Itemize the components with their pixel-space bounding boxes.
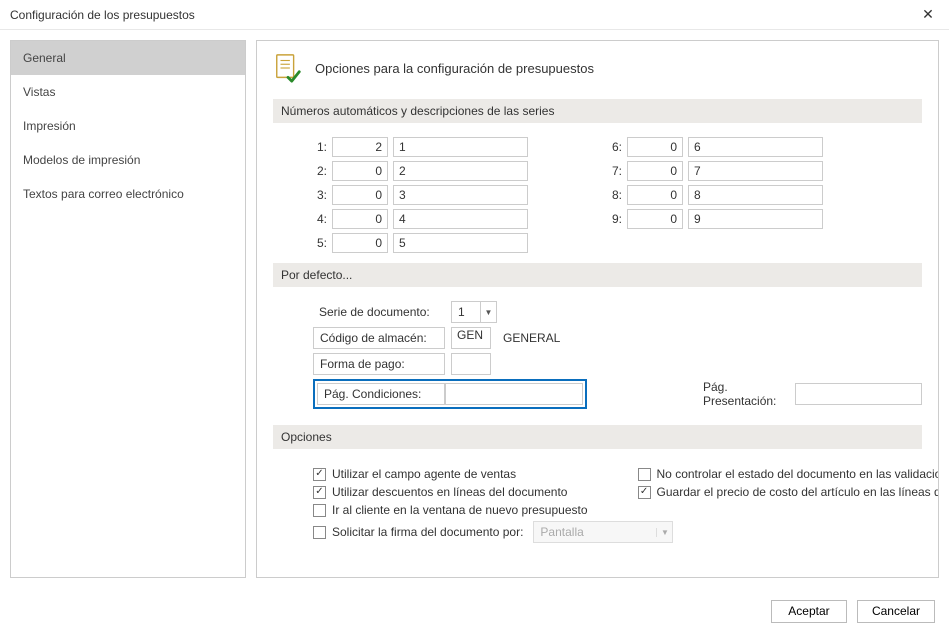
sidebar-item-textos-correo[interactable]: Textos para correo electrónico bbox=[11, 177, 245, 211]
series-label: 8: bbox=[608, 188, 622, 202]
opt-guardar-precio-costo[interactable]: Guardar el precio de costo del artículo … bbox=[638, 485, 939, 499]
ok-button[interactable]: Aceptar bbox=[771, 600, 847, 623]
checkbox-icon bbox=[638, 468, 651, 481]
forma-pago-input[interactable] bbox=[451, 353, 491, 375]
series-desc-input[interactable]: 5 bbox=[393, 233, 528, 253]
chevron-down-icon: ▼ bbox=[480, 302, 496, 322]
sidebar-item-modelos[interactable]: Modelos de impresión bbox=[11, 143, 245, 177]
series-num-input[interactable]: 0 bbox=[332, 185, 388, 205]
series-row: 2: 0 2 bbox=[313, 161, 528, 181]
series-num-input[interactable]: 2 bbox=[332, 137, 388, 157]
opt-label: Utilizar el campo agente de ventas bbox=[332, 467, 516, 481]
checkbox-icon bbox=[638, 486, 651, 499]
sidebar-item-label: Textos para correo electrónico bbox=[23, 187, 184, 201]
series-num-input[interactable]: 0 bbox=[332, 233, 388, 253]
series-desc-input[interactable]: 6 bbox=[688, 137, 823, 157]
series-num-input[interactable]: 0 bbox=[627, 185, 683, 205]
sidebar-item-impresion[interactable]: Impresión bbox=[11, 109, 245, 143]
chevron-down-icon: ▼ bbox=[656, 528, 672, 537]
checkbox-icon bbox=[313, 526, 326, 539]
series-num-input[interactable]: 0 bbox=[627, 161, 683, 181]
checkbox-icon bbox=[313, 486, 326, 499]
cancel-button[interactable]: Cancelar bbox=[857, 600, 935, 623]
pag-presentacion-input[interactable] bbox=[795, 383, 922, 405]
serie-doc-value: 1 bbox=[452, 305, 480, 319]
pag-condiciones-label-button[interactable]: Pág. Condiciones: bbox=[317, 383, 445, 405]
series-label: 4: bbox=[313, 212, 327, 226]
section-series-title: Números automáticos y descripciones de l… bbox=[273, 99, 922, 123]
serie-doc-label: Serie de documento: bbox=[313, 305, 445, 319]
series-desc-input[interactable]: 9 bbox=[688, 209, 823, 229]
sidebar-item-label: Impresión bbox=[23, 119, 76, 133]
document-gear-icon bbox=[273, 53, 303, 83]
series-desc-input[interactable]: 7 bbox=[688, 161, 823, 181]
series-label: 2: bbox=[313, 164, 327, 178]
series-row: 4: 0 4 bbox=[313, 209, 528, 229]
opt-ir-cliente[interactable]: Ir al cliente en la ventana de nuevo pre… bbox=[313, 503, 588, 517]
firma-value: Pantalla bbox=[534, 525, 656, 539]
sidebar-item-general[interactable]: General bbox=[11, 41, 245, 75]
almacen-name: GENERAL bbox=[503, 331, 560, 345]
firma-dropdown: Pantalla ▼ bbox=[533, 521, 673, 543]
almacen-code-input[interactable]: GEN bbox=[451, 327, 491, 349]
series-desc-input[interactable]: 2 bbox=[393, 161, 528, 181]
serie-doc-dropdown[interactable]: 1 ▼ bbox=[451, 301, 497, 323]
forma-pago-label-button[interactable]: Forma de pago: bbox=[313, 353, 445, 375]
series-num-input[interactable]: 0 bbox=[332, 209, 388, 229]
footer: Aceptar Cancelar bbox=[0, 590, 949, 632]
series-num-input[interactable]: 0 bbox=[627, 209, 683, 229]
pag-condiciones-input[interactable] bbox=[445, 383, 583, 405]
series-row: 5: 0 5 bbox=[313, 233, 528, 253]
checkbox-icon bbox=[313, 468, 326, 481]
opt-label: No controlar el estado del documento en … bbox=[657, 467, 939, 481]
series-desc-input[interactable]: 4 bbox=[393, 209, 528, 229]
pag-presentacion-label: Pág. Presentación: bbox=[703, 380, 789, 408]
series-desc-input[interactable]: 1 bbox=[393, 137, 528, 157]
series-num-input[interactable]: 0 bbox=[332, 161, 388, 181]
main-panel: Opciones para la configuración de presup… bbox=[256, 40, 939, 578]
series-label: 6: bbox=[608, 140, 622, 154]
series-num-input[interactable]: 0 bbox=[627, 137, 683, 157]
sidebar: General Vistas Impresión Modelos de impr… bbox=[10, 40, 246, 578]
series-label: 1: bbox=[313, 140, 327, 154]
opt-solicitar-firma[interactable]: Solicitar la firma del documento por: bbox=[313, 525, 523, 539]
almacen-label-button[interactable]: Código de almacén: bbox=[313, 327, 445, 349]
checkbox-icon bbox=[313, 504, 326, 517]
opt-agente-ventas[interactable]: Utilizar el campo agente de ventas bbox=[313, 467, 588, 481]
main-title: Opciones para la configuración de presup… bbox=[315, 61, 594, 76]
sidebar-item-label: General bbox=[23, 51, 66, 65]
titlebar: Configuración de los presupuestos ✕ bbox=[0, 0, 949, 30]
close-icon[interactable]: ✕ bbox=[907, 0, 949, 30]
series-label: 5: bbox=[313, 236, 327, 250]
series-desc-input[interactable]: 3 bbox=[393, 185, 528, 205]
opt-no-controlar-estado[interactable]: No controlar el estado del documento en … bbox=[638, 467, 939, 481]
opt-label: Utilizar descuentos en líneas del docume… bbox=[332, 485, 567, 499]
series-label: 9: bbox=[608, 212, 622, 226]
opt-label: Guardar el precio de costo del artículo … bbox=[657, 485, 939, 499]
sidebar-item-label: Vistas bbox=[23, 85, 55, 99]
pag-condiciones-group: Pág. Condiciones: bbox=[313, 379, 587, 409]
series-row: 7: 0 7 bbox=[608, 161, 823, 181]
series-row: 9: 0 9 bbox=[608, 209, 823, 229]
series-desc-input[interactable]: 8 bbox=[688, 185, 823, 205]
opt-label: Ir al cliente en la ventana de nuevo pre… bbox=[332, 503, 588, 517]
series-row: 3: 0 3 bbox=[313, 185, 528, 205]
section-options-title: Opciones bbox=[273, 425, 922, 449]
series-row: 8: 0 8 bbox=[608, 185, 823, 205]
opt-descuentos-lineas[interactable]: Utilizar descuentos en líneas del docume… bbox=[313, 485, 588, 499]
sidebar-item-label: Modelos de impresión bbox=[23, 153, 140, 167]
opt-label: Solicitar la firma del documento por: bbox=[332, 525, 523, 539]
window-title: Configuración de los presupuestos bbox=[10, 8, 195, 22]
sidebar-item-vistas[interactable]: Vistas bbox=[11, 75, 245, 109]
series-row: 6: 0 6 bbox=[608, 137, 823, 157]
series-row: 1: 2 1 bbox=[313, 137, 528, 157]
series-label: 3: bbox=[313, 188, 327, 202]
series-label: 7: bbox=[608, 164, 622, 178]
section-defaults-title: Por defecto... bbox=[273, 263, 922, 287]
